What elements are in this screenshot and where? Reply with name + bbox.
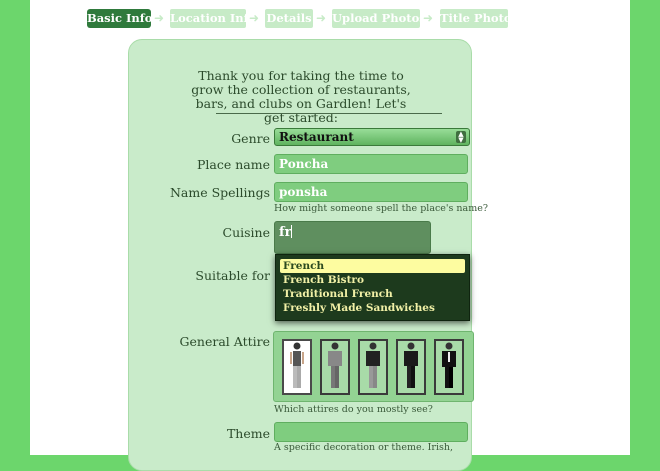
arrow-right-icon: ➜ bbox=[315, 11, 327, 25]
general-attire-label: General Attire bbox=[179, 334, 270, 349]
name-spellings-hint: How might someone spell the place's name… bbox=[274, 203, 488, 214]
step-basic-info[interactable]: Basic Info bbox=[87, 9, 152, 28]
step-location-info[interactable]: Location Info bbox=[170, 9, 256, 28]
genre-label: Genre bbox=[231, 131, 270, 146]
suggestion-item[interactable]: French bbox=[280, 259, 465, 273]
suitable-for-label: Suitable for bbox=[195, 268, 270, 283]
attire-option-casual-tee[interactable] bbox=[320, 339, 350, 395]
step-upload-photos[interactable]: Upload Photos bbox=[332, 9, 426, 28]
suit-outfit-icon bbox=[442, 342, 456, 388]
polo-outfit-icon bbox=[366, 342, 380, 388]
theme-hint: A specific decoration or theme. Irish, bbox=[274, 442, 454, 453]
shirt-outfit-icon bbox=[404, 342, 418, 388]
step-title-photo[interactable]: Title Photo bbox=[440, 9, 512, 28]
genre-select[interactable]: Restaurant ▲ ▼ bbox=[274, 128, 470, 146]
arrow-right-icon: ➜ bbox=[153, 11, 165, 25]
name-spellings-label: Name Spellings bbox=[169, 185, 270, 200]
intro-divider bbox=[216, 113, 442, 114]
cuisine-label: Cuisine bbox=[222, 225, 270, 240]
place-name-input[interactable]: Poncha bbox=[274, 154, 468, 174]
suggestion-item[interactable]: Freshly Made Sandwiches bbox=[280, 301, 465, 315]
genre-value: Restaurant bbox=[279, 130, 354, 144]
attire-option-casual-tank[interactable] bbox=[282, 339, 312, 395]
intro-text: Thank you for taking the time to grow th… bbox=[191, 68, 411, 125]
suggestion-item[interactable]: French Bistro bbox=[280, 273, 465, 287]
theme-label: Theme bbox=[226, 426, 270, 441]
arrow-right-icon: ➜ bbox=[422, 11, 434, 25]
text-caret bbox=[291, 225, 293, 238]
attire-option-formal[interactable] bbox=[434, 339, 464, 395]
attire-option-business[interactable] bbox=[396, 339, 426, 395]
name-spellings-input[interactable]: ponsha bbox=[274, 182, 468, 202]
cuisine-autocomplete: French French Bistro Traditional French … bbox=[275, 254, 470, 321]
suggestion-item[interactable]: Traditional French bbox=[280, 287, 465, 301]
arrow-right-icon: ➜ bbox=[248, 11, 260, 25]
attire-hint: Which attires do you mostly see? bbox=[274, 404, 433, 415]
cuisine-input[interactable]: fr bbox=[274, 221, 431, 254]
cuisine-value: fr bbox=[279, 225, 292, 240]
attire-selector bbox=[273, 331, 474, 402]
tshirt-outfit-icon bbox=[328, 342, 342, 388]
theme-input[interactable] bbox=[274, 422, 468, 442]
tank-top-outfit-icon bbox=[290, 342, 304, 388]
attire-option-smart-casual[interactable] bbox=[358, 339, 388, 395]
select-arrows-icon: ▲ ▼ bbox=[456, 131, 466, 144]
place-name-label: Place name bbox=[197, 157, 270, 172]
step-details[interactable]: Details bbox=[265, 9, 313, 28]
